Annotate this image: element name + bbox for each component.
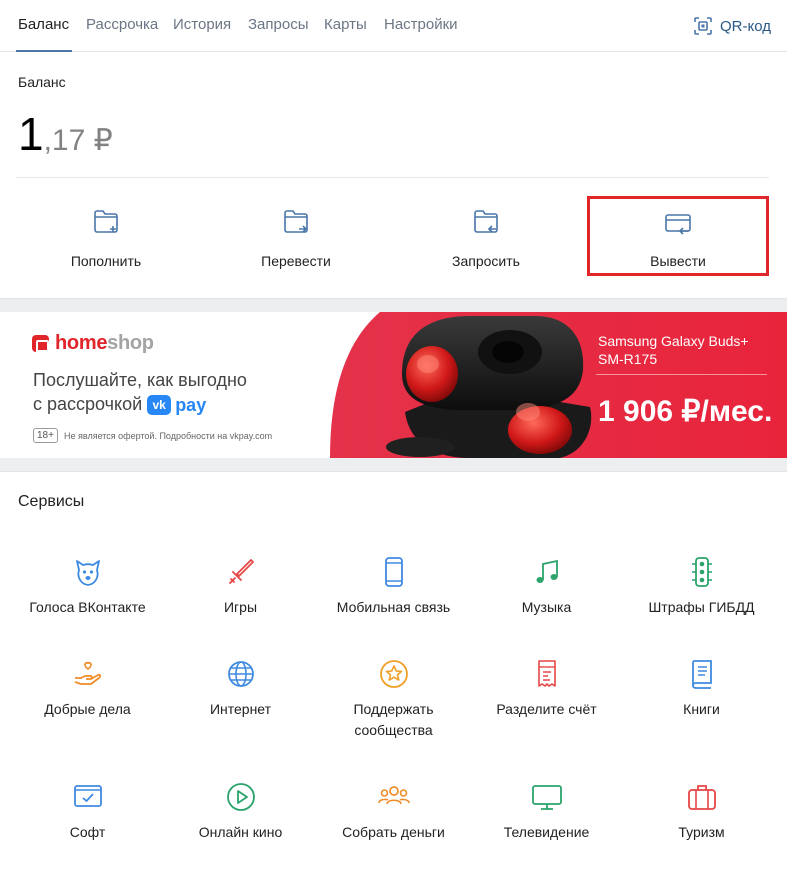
- balance-amount: 1,17 ₽: [18, 108, 113, 160]
- request-label: Запросить: [452, 253, 520, 269]
- music-note-icon: [536, 559, 558, 583]
- service-label: Разделите счёт: [496, 701, 597, 717]
- qr-code-label: QR-код: [720, 17, 771, 35]
- service-support-communities[interactable]: Поддержать сообщества: [317, 658, 470, 748]
- withdraw-label: Вывести: [650, 253, 706, 269]
- service-games[interactable]: Игры: [164, 556, 317, 646]
- tab-requests[interactable]: Запросы: [248, 0, 309, 52]
- phone-icon: [384, 557, 403, 587]
- section-divider: [0, 298, 787, 312]
- services-title: Сервисы: [18, 493, 85, 510]
- service-label: Игры: [223, 599, 258, 615]
- wallet-transfer-icon: [284, 210, 308, 233]
- service-online-cinema[interactable]: Онлайн кино: [164, 781, 317, 871]
- qr-code-button[interactable]: QR-код: [694, 0, 771, 52]
- service-music[interactable]: Музыка: [470, 556, 623, 646]
- service-books[interactable]: Книги: [625, 658, 778, 748]
- top-up-label: Пополнить: [70, 253, 142, 269]
- request-button[interactable]: Запросить: [396, 196, 576, 276]
- card-withdraw-icon: [665, 214, 691, 235]
- balance-actions: Пополнить Перевести Запросить Вывести: [16, 196, 769, 276]
- service-label: Музыка: [521, 599, 572, 615]
- service-label: Книги: [683, 701, 720, 717]
- vk-logo-icon: vk: [147, 395, 172, 416]
- balance-integer: 1: [18, 108, 44, 160]
- hand-heart-icon: [74, 661, 101, 685]
- service-label: Голоса ВКонтакте: [29, 599, 146, 615]
- service-tourism[interactable]: Туризм: [625, 781, 778, 871]
- balance-label: Баланс: [18, 74, 66, 90]
- transfer-label: Перевести: [261, 253, 331, 269]
- promo-banner[interactable]: homeshop Послушайте, как выгодно с расср…: [0, 312, 787, 458]
- section-divider: [0, 458, 787, 472]
- tv-icon: [531, 785, 562, 810]
- promo-line-1: Послушайте, как выгодно: [33, 370, 247, 390]
- tab-balance[interactable]: Баланс: [16, 0, 72, 52]
- vk-pay-logo: vk pay: [147, 393, 206, 417]
- service-label: Штрафы ГИБДД: [648, 599, 755, 615]
- wallet-add-icon: [94, 210, 118, 233]
- service-collect-money[interactable]: Собрать деньги: [317, 781, 470, 871]
- promo-line-2: с рассрочкой: [33, 394, 143, 414]
- logo-shop-text: shop: [107, 332, 154, 354]
- product-name-line-1: Samsung Galaxy Buds+: [598, 333, 749, 349]
- service-split-bill[interactable]: Разделите счёт: [470, 658, 623, 748]
- service-mobile[interactable]: Мобильная связь: [317, 556, 470, 646]
- service-label: Онлайн кино: [198, 824, 283, 840]
- product-price: 1 906 ₽/мес.: [598, 395, 773, 428]
- service-vk-votes[interactable]: Голоса ВКонтакте: [11, 556, 164, 646]
- service-label: Софт: [69, 824, 106, 840]
- vk-dog-icon: [75, 560, 100, 586]
- service-label: Поддержать сообщества: [353, 701, 434, 738]
- vk-pay-text: pay: [175, 395, 207, 416]
- service-label: Интернет: [209, 701, 272, 717]
- service-traffic-fines[interactable]: Штрафы ГИБДД: [625, 556, 778, 646]
- divider: [16, 177, 769, 178]
- qr-scan-icon: [694, 17, 712, 35]
- top-navigation: Баланс Рассрочка История Запросы Карты Н…: [0, 0, 787, 52]
- tab-history[interactable]: История: [173, 0, 231, 52]
- service-television[interactable]: Телевидение: [470, 781, 623, 871]
- age-badge: 18+: [33, 428, 58, 443]
- globe-icon: [227, 661, 254, 687]
- book-icon: [691, 660, 712, 689]
- service-label: Добрые дела: [44, 701, 131, 717]
- service-charity[interactable]: Добрые дела: [11, 658, 164, 748]
- transfer-button[interactable]: Перевести: [206, 196, 386, 276]
- homeshop-logo: homeshop: [32, 332, 154, 355]
- traffic-light-icon: [691, 557, 712, 587]
- tab-installments[interactable]: Рассрочка: [86, 0, 158, 52]
- disclaimer-text: Не является офертой. Подробности на vkpa…: [64, 431, 273, 441]
- tab-cards[interactable]: Карты: [324, 0, 367, 52]
- top-up-button[interactable]: Пополнить: [16, 196, 196, 276]
- star-circle-icon: [379, 660, 408, 688]
- product-divider: [596, 374, 767, 375]
- product-name-line-2: SM-R175: [598, 351, 658, 367]
- service-internet[interactable]: Интернет: [164, 658, 317, 748]
- service-label: Туризм: [678, 824, 725, 840]
- monitor-check-icon: [73, 785, 102, 807]
- service-label: Мобильная связь: [336, 599, 451, 615]
- withdraw-button[interactable]: Вывести: [587, 196, 769, 276]
- play-circle-icon: [226, 783, 255, 811]
- product-name: Samsung Galaxy Buds+ SM-R175: [598, 332, 778, 368]
- wallet-request-icon: [474, 210, 498, 233]
- balance-fraction: ,17 ₽: [43, 124, 113, 157]
- logo-home-text: home: [55, 332, 108, 354]
- earbuds-image: [386, 316, 592, 458]
- people-icon: [377, 786, 410, 805]
- sword-icon: [228, 559, 254, 584]
- tab-settings[interactable]: Настройки: [384, 0, 458, 52]
- home-icon: [32, 335, 49, 352]
- service-software[interactable]: Софт: [11, 781, 164, 871]
- suitcase-icon: [687, 785, 716, 810]
- promo-text: Послушайте, как выгодно с рассрочкой vk …: [33, 368, 247, 417]
- receipt-icon: [537, 660, 556, 687]
- service-label: Собрать деньги: [342, 824, 445, 840]
- service-label: Телевидение: [503, 824, 590, 840]
